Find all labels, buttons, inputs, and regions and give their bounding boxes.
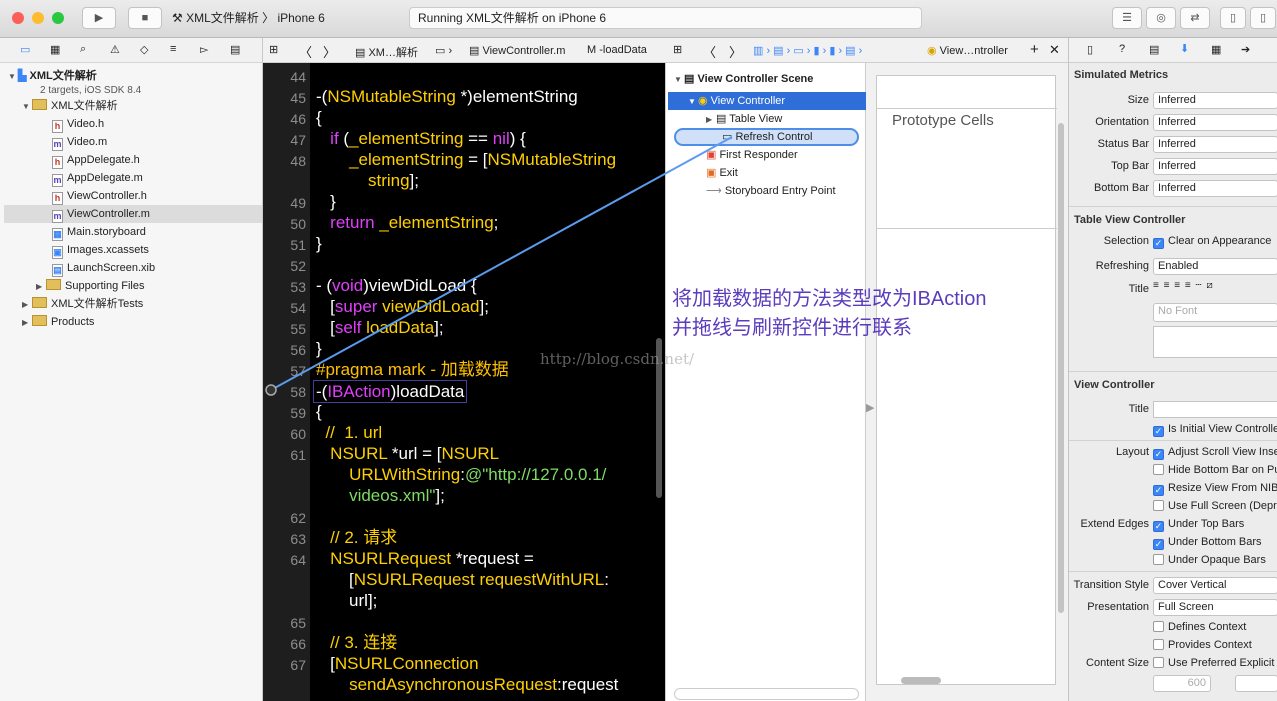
- refreshing-label: Refreshing: [1095, 260, 1149, 272]
- sim-metric-label: Top Bar: [1111, 160, 1149, 172]
- sim-metric-label: Status Bar: [1097, 138, 1149, 150]
- section-simulated-metrics: Simulated Metrics: [1074, 69, 1169, 81]
- defines-context-checkbox[interactable]: Defines Context: [1153, 621, 1246, 633]
- title-label: Title: [1128, 283, 1149, 295]
- annotation-text: 将加载数据的方法类型改为IBAction 并拖线与刷新控件进行联系: [672, 285, 986, 343]
- vc-title-label: Title: [1128, 403, 1149, 415]
- sim-metric-label: Size: [1127, 94, 1149, 106]
- presentation-popup[interactable]: Full Screen: [1153, 599, 1277, 616]
- checkbox-icon: [1153, 657, 1164, 668]
- presentation-label: Presentation: [1087, 601, 1149, 613]
- align-center-icon[interactable]: ≡: [1164, 280, 1171, 291]
- checkbox-icon: [1153, 554, 1164, 565]
- sim-metric-label: Bottom Bar: [1093, 182, 1149, 194]
- divider: [1069, 371, 1277, 372]
- divider: [1069, 571, 1277, 572]
- section-table-view-controller: Table View Controller: [1074, 214, 1186, 226]
- extend-edges-label: Extend Edges: [1080, 518, 1150, 530]
- option-label: Hide Bottom Bar on Push: [1168, 464, 1277, 476]
- file-inspector-icon[interactable]: ▯: [1087, 43, 1093, 56]
- transition-style-label: Transition Style: [1073, 579, 1149, 591]
- checkmark-icon: ✓: [1153, 238, 1164, 249]
- checkbox-icon: [1153, 500, 1164, 511]
- option-label: Under Top Bars: [1168, 518, 1245, 530]
- sim-metric-popup[interactable]: Inferred: [1153, 136, 1277, 153]
- sim-metric-popup[interactable]: Inferred: [1153, 114, 1277, 131]
- refreshing-popup[interactable]: Enabled: [1153, 258, 1277, 275]
- option-checkbox[interactable]: Use Full Screen (Deprecated): [1153, 500, 1277, 512]
- connections-icon[interactable]: ➔: [1241, 43, 1250, 56]
- vc-title-field[interactable]: [1153, 401, 1277, 418]
- divider: [1069, 206, 1277, 207]
- natural-icon[interactable]: ┄: [1196, 280, 1203, 291]
- checkmark-icon: ✓: [1153, 521, 1164, 532]
- align-left-icon[interactable]: ≡: [1153, 280, 1160, 291]
- justify-icon[interactable]: ≡: [1185, 280, 1192, 291]
- checkbox-icon: [1153, 621, 1164, 632]
- checkmark-icon: ✓: [1153, 449, 1164, 460]
- checkbox-icon: [1153, 639, 1164, 650]
- annotation-line: 将加载数据的方法类型改为IBAction: [672, 288, 987, 310]
- align-right-icon[interactable]: ≡: [1174, 280, 1181, 291]
- option-checkbox[interactable]: Under Opaque Bars: [1153, 554, 1266, 566]
- attributes-inspector: ▯ ? ▤ ⬇ ▦ ➔ Simulated Metrics Size Inferr…: [1068, 38, 1277, 701]
- text-alignment-buttons[interactable]: ≡ ≡ ≡ ≡ ┄ ⧄: [1153, 280, 1277, 295]
- identity-icon[interactable]: ▤: [1149, 43, 1159, 56]
- option-label: Under Bottom Bars: [1168, 536, 1262, 548]
- option-label: Under Opaque Bars: [1168, 554, 1266, 566]
- content-size-label: Content Size: [1086, 657, 1149, 669]
- title-textarea[interactable]: [1153, 326, 1277, 358]
- option-checkbox[interactable]: ✓ Resize View From NIB: [1153, 482, 1277, 496]
- watermark: http://blog.csdn.net/: [540, 350, 695, 368]
- annotation-line: 并拖线与刷新控件进行联系: [672, 317, 912, 339]
- checkbox-icon: [1153, 464, 1164, 475]
- option-label: Use Full Screen (Deprecated): [1168, 500, 1277, 512]
- color-none-icon[interactable]: ⧄: [1206, 280, 1213, 291]
- sim-metric-popup[interactable]: Inferred: [1153, 158, 1277, 175]
- width-field[interactable]: 600: [1153, 675, 1211, 692]
- sim-metric-label: Orientation: [1095, 116, 1149, 128]
- inspector-tabs: ▯ ? ▤ ⬇ ▦ ➔: [1069, 38, 1277, 63]
- checkmark-icon: ✓: [1153, 539, 1164, 550]
- option-label: Adjust Scroll View Insets: [1168, 446, 1277, 458]
- provides-context-checkbox[interactable]: Provides Context: [1153, 639, 1252, 651]
- height-field[interactable]: [1235, 675, 1277, 692]
- font-field[interactable]: No Font: [1153, 303, 1277, 322]
- divider: [1069, 440, 1277, 441]
- option-checkbox[interactable]: Hide Bottom Bar on Push: [1153, 464, 1277, 476]
- option-checkbox[interactable]: ✓ Adjust Scroll View Insets: [1153, 446, 1277, 460]
- attributes-icon[interactable]: ⬇: [1180, 42, 1189, 55]
- checkmark-icon: ✓: [1153, 485, 1164, 496]
- sim-metric-popup[interactable]: Inferred: [1153, 180, 1277, 197]
- selection-label: Selection: [1103, 235, 1149, 247]
- help-icon[interactable]: ?: [1119, 43, 1125, 55]
- transition-style-popup[interactable]: Cover Vertical: [1153, 577, 1277, 594]
- size-icon[interactable]: ▦: [1211, 43, 1221, 56]
- preferred-size-checkbox[interactable]: Use Preferred Explicit Size: [1153, 657, 1277, 669]
- sim-metric-popup[interactable]: Inferred: [1153, 92, 1277, 109]
- initial-vc-checkbox[interactable]: ✓ Is Initial View Controller: [1153, 423, 1277, 437]
- checkmark-icon: ✓: [1153, 426, 1164, 437]
- option-checkbox[interactable]: ✓ Under Bottom Bars: [1153, 536, 1262, 550]
- option-checkbox[interactable]: ✓ Under Top Bars: [1153, 518, 1244, 532]
- option-label: Resize View From NIB: [1168, 482, 1277, 494]
- section-view-controller: View Controller: [1074, 379, 1155, 391]
- clear-on-appearance-checkbox[interactable]: ✓ Clear on Appearance: [1153, 235, 1271, 249]
- layout-label: Layout: [1115, 446, 1149, 458]
